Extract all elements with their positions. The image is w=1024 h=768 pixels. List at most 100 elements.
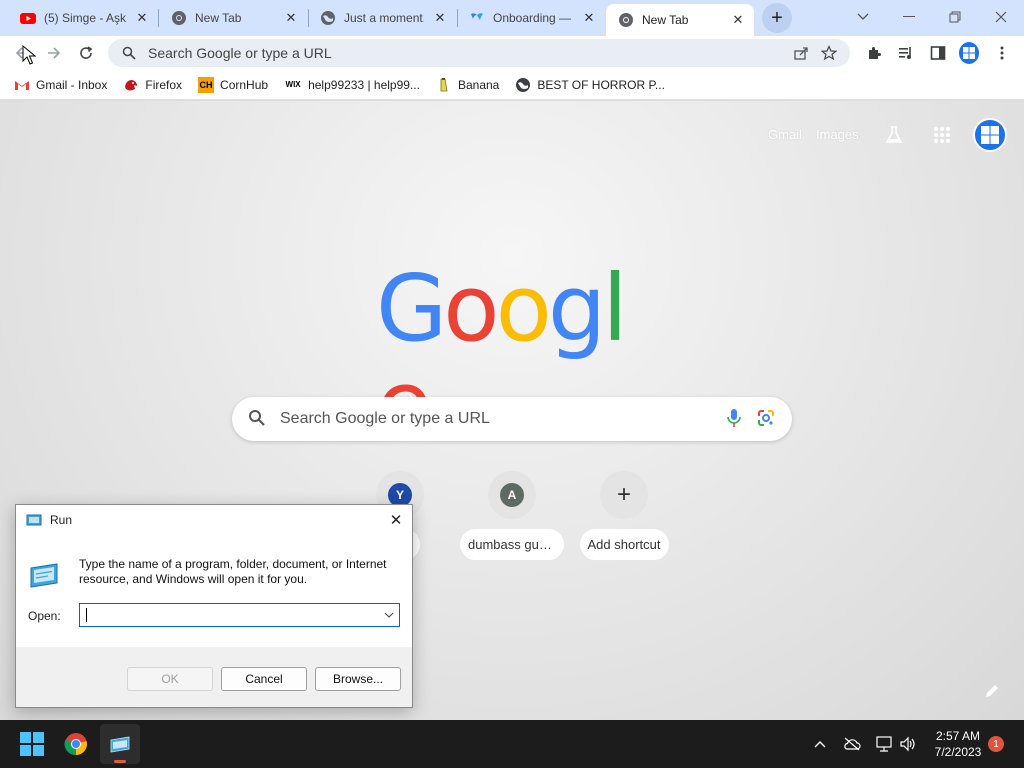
tray-network[interactable]	[874, 734, 894, 754]
add-shortcut-tile[interactable]: + Add shortcut	[572, 471, 676, 571]
windows-logo-icon	[963, 47, 975, 59]
new-tab-button[interactable]: +	[762, 3, 792, 33]
chevron-down-icon	[857, 13, 869, 20]
chevron-up-icon	[814, 741, 826, 748]
bookmark-gmail[interactable]: Gmail - Inbox	[14, 77, 107, 93]
close-icon[interactable]: ✕	[386, 510, 406, 530]
show-hidden-icons-button[interactable]	[810, 734, 830, 754]
logo-letter: o	[443, 255, 499, 362]
customize-button[interactable]	[980, 679, 1004, 703]
microphone-icon[interactable]	[726, 408, 742, 431]
taskbar-run[interactable]	[100, 724, 140, 764]
google-lens-icon[interactable]	[756, 408, 776, 431]
tab-just-a-moment[interactable]: Just a moment... ✕	[308, 4, 456, 32]
firefox-icon	[125, 79, 138, 90]
close-tab-icon[interactable]: ✕	[283, 10, 299, 26]
youtube-icon	[20, 13, 36, 24]
bookmark-cornhub[interactable]: CH CornHub	[198, 76, 269, 93]
browser-toolbar: Search Google or type a URL	[0, 36, 1024, 70]
windows-start-icon	[20, 732, 44, 756]
gmail-icon	[15, 80, 29, 90]
side-panel-button[interactable]	[928, 43, 948, 63]
search-icon	[248, 409, 266, 430]
open-input[interactable]	[87, 608, 379, 622]
chrome-icon	[64, 733, 87, 756]
open-combobox[interactable]	[79, 603, 400, 627]
banana-icon	[440, 77, 448, 91]
extensions-button[interactable]	[864, 43, 884, 63]
tab-title: Just a moment...	[344, 11, 424, 25]
bookmark-label: Firefox	[145, 77, 183, 92]
plus-icon: +	[771, 6, 783, 29]
bookmark-banana[interactable]: Banana	[436, 77, 499, 93]
run-dialog: Run ✕ Type the name of a program, folder…	[15, 504, 413, 708]
onboarding-icon	[471, 13, 483, 20]
forward-button[interactable]	[42, 41, 66, 65]
ntp-search-box[interactable]: Search Google or type a URL	[232, 397, 792, 441]
logo-letter: G	[376, 255, 447, 362]
clock-date: 7/2/2023	[934, 745, 982, 759]
close-tab-icon[interactable]: ✕	[432, 10, 448, 26]
search-icon	[120, 44, 138, 62]
notification-badge[interactable]: 1	[988, 736, 1004, 752]
close-window-button[interactable]	[989, 6, 1013, 28]
logo-letter: l	[602, 255, 627, 362]
cancel-button[interactable]: Cancel	[221, 667, 307, 691]
browse-button[interactable]: Browse...	[315, 667, 401, 691]
taskbar-clock[interactable]: 2:57 AM 7/2/2023	[928, 728, 988, 760]
tray-volume[interactable]	[898, 734, 918, 754]
google-logo: Google	[376, 255, 648, 453]
tab-search-button[interactable]	[851, 6, 875, 28]
taskbar: 2:57 AM 7/2/2023 1	[0, 720, 1024, 768]
shortcut-tile[interactable]: A dumbass gue...	[460, 471, 564, 571]
bookmark-firefox[interactable]: Firefox	[123, 77, 182, 93]
bookmark-label: BEST OF HORROR P...	[537, 77, 665, 92]
run-title-bar[interactable]: Run ✕	[16, 505, 412, 535]
mouse-cursor-icon	[22, 45, 36, 65]
restore-button[interactable]	[943, 6, 967, 28]
omnibox[interactable]: Search Google or type a URL	[108, 39, 850, 67]
tab-title: Onboarding —	[493, 11, 572, 25]
pencil-icon	[986, 685, 998, 697]
run-app-icon	[110, 736, 130, 753]
share-icon[interactable]	[792, 44, 810, 62]
bookmark-best-of-horror[interactable]: BEST OF HORROR P...	[515, 77, 665, 93]
bookmark-help99233[interactable]: WIX help99233 | help99...	[284, 77, 420, 93]
ok-button[interactable]: OK	[127, 667, 213, 691]
images-link[interactable]: Images	[816, 127, 859, 142]
restore-icon	[949, 11, 961, 23]
tab-onboarding[interactable]: Onboarding — ✕	[457, 4, 605, 32]
star-icon[interactable]	[820, 44, 838, 62]
labs-button[interactable]	[882, 123, 906, 147]
logo-letter: g	[547, 255, 606, 362]
minimize-icon	[903, 16, 915, 17]
close-tab-icon[interactable]: ✕	[581, 10, 597, 26]
ch-icon: CH	[198, 76, 215, 93]
bookmark-label: CornHub	[220, 77, 269, 92]
menu-button[interactable]	[992, 43, 1012, 63]
chevron-down-icon[interactable]	[379, 604, 399, 626]
reload-button[interactable]	[74, 41, 98, 65]
tab-new-tab-1[interactable]: New Tab ✕	[159, 4, 307, 32]
apps-button[interactable]	[930, 123, 954, 147]
puzzle-icon	[869, 47, 881, 59]
tab-youtube[interactable]: (5) Simge - Aşkı ✕	[8, 4, 158, 32]
active-indicator	[114, 760, 126, 763]
minimize-button[interactable]	[897, 6, 921, 28]
clock-time: 2:57 AM	[935, 729, 981, 743]
shortcut-label: dumbass gue...	[460, 529, 564, 560]
profile-button[interactable]	[959, 42, 979, 64]
tray-network-off[interactable]	[842, 734, 862, 754]
media-button[interactable]	[896, 43, 916, 63]
account-avatar[interactable]	[973, 118, 1007, 152]
close-tab-icon[interactable]: ✕	[134, 10, 150, 26]
start-button[interactable]	[12, 724, 52, 764]
tab-strip: (5) Simge - Aşkı ✕ New Tab ✕ Just a mome…	[0, 0, 1024, 36]
flask-icon	[885, 126, 903, 143]
taskbar-chrome[interactable]	[56, 724, 96, 764]
tab-new-tab-active[interactable]: New Tab ✕	[606, 4, 754, 36]
omnibox-placeholder: Search Google or type a URL	[148, 45, 332, 61]
gmail-link[interactable]: Gmail	[768, 127, 802, 142]
close-icon	[995, 11, 1007, 23]
close-tab-icon[interactable]: ✕	[730, 12, 746, 28]
